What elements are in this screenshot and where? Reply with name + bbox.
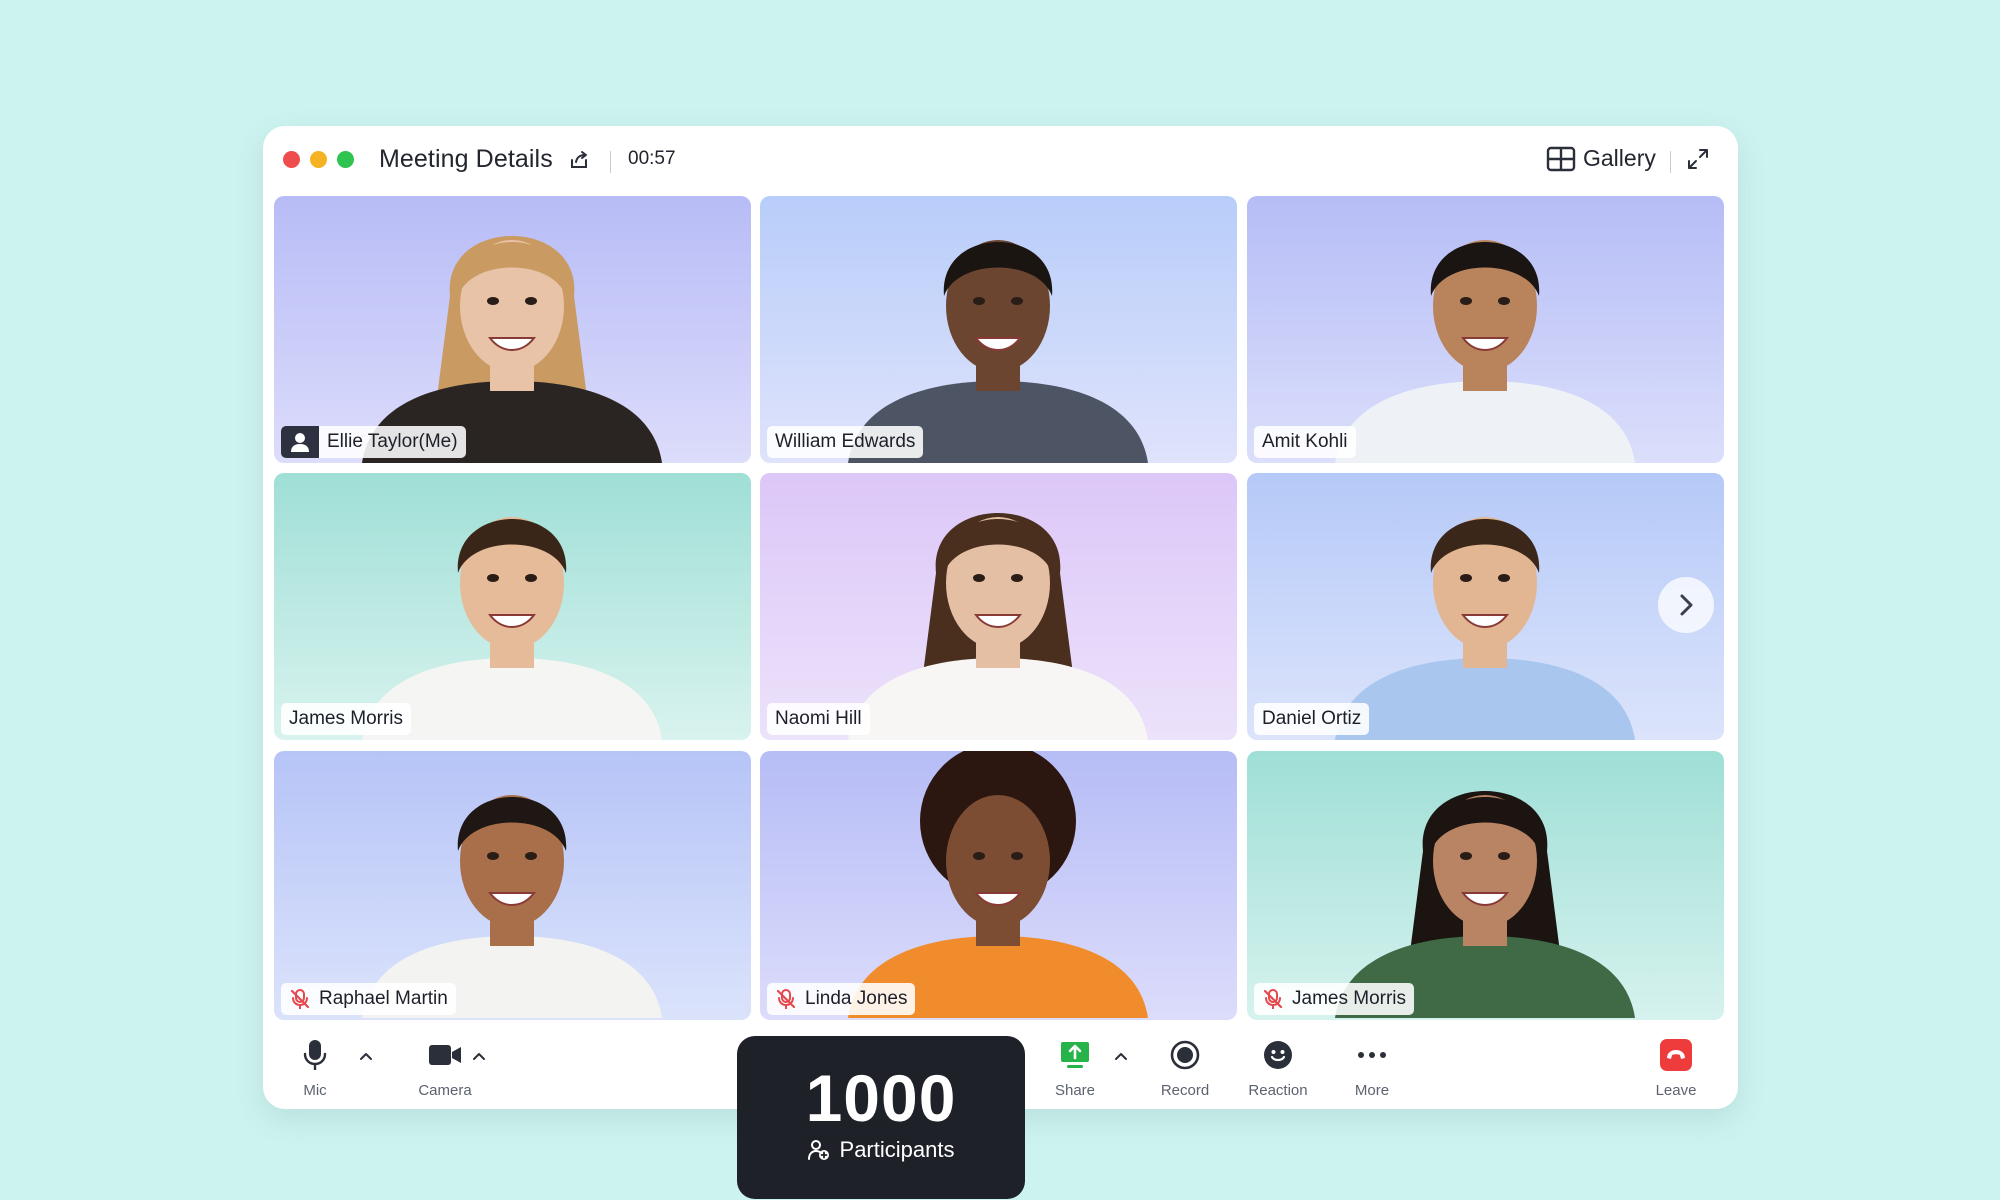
user-profile-icon [281,426,319,458]
participant-tile[interactable]: James Morris [274,473,751,740]
microphone-muted-icon [1263,989,1283,1009]
share-screen-icon [1061,1042,1089,1068]
leave-label: Leave [1655,1082,1697,1099]
more-dots-icon [1358,1052,1386,1058]
participant-name-tag: James Morris [1254,983,1415,1015]
hang-up-phone-icon [1660,1039,1692,1071]
title-divider [610,151,611,173]
camera-button[interactable]: Camera [405,1038,485,1099]
participant-name-tag: Daniel Ortiz [1254,703,1370,735]
record-icon [1170,1040,1200,1070]
participant-video-avatar [1335,517,1635,740]
meeting-title[interactable]: Meeting Details [379,145,553,174]
record-button[interactable]: Record [1150,1038,1220,1099]
more-button[interactable]: More [1342,1038,1402,1099]
participant-video-avatar [848,240,1148,463]
participants-count-card[interactable]: 1000 Participants [737,1036,1025,1199]
participant-name: Ellie Taylor(Me) [327,431,458,452]
share-label: Share [1054,1082,1096,1099]
expand-icon[interactable] [1686,147,1710,171]
participant-tile[interactable]: Daniel Ortiz [1247,473,1724,740]
participants-label-row: Participants [737,1137,1025,1163]
participant-name: Linda Jones [805,988,908,1009]
participant-name: Amit Kohli [1262,431,1348,452]
meeting-window: Meeting Details 00:57 Gallery Ellie Tayl… [263,126,1738,1109]
participant-video-avatar [1335,240,1635,463]
toolbar-divider [1670,151,1671,173]
participant-name-tag: Naomi Hill [767,703,870,735]
reaction-label: Reaction [1248,1082,1308,1099]
video-camera-icon [429,1045,461,1065]
participant-tile[interactable]: James Morris [1247,751,1724,1020]
participants-count: 1000 [805,1061,957,1135]
participant-name-tag: Amit Kohli [1254,426,1356,458]
participant-video-avatar [848,513,1148,740]
participant-name-tag: Linda Jones [767,983,916,1015]
view-mode-gallery[interactable]: Gallery [1583,145,1656,172]
participant-name-tag: William Edwards [767,426,924,458]
participant-name: Raphael Martin [319,988,448,1009]
mic-button[interactable]: Mic [285,1038,345,1099]
microphone-muted-icon [290,989,310,1009]
share-options-caret-icon[interactable] [1114,1051,1128,1061]
minimize-window-button[interactable] [310,151,327,168]
more-label: More [1354,1082,1390,1099]
participant-name-tag: Ellie Taylor(Me) [281,426,466,458]
share-button[interactable]: Share [1050,1038,1100,1099]
participant-name-tag: James Morris [281,703,412,735]
smiley-reaction-icon [1264,1041,1292,1069]
next-page-button[interactable] [1658,577,1714,633]
share-link-icon[interactable] [568,149,590,171]
participant-video-avatar [1335,791,1635,1018]
participant-video-avatar [848,751,1148,1018]
record-label: Record [1160,1082,1210,1099]
mic-options-caret-icon[interactable] [359,1051,373,1061]
participant-name: James Morris [1292,988,1407,1009]
mic-label: Mic [303,1082,327,1099]
gallery-grid-icon[interactable] [1546,146,1576,172]
participant-tile[interactable]: Naomi Hill [760,473,1237,740]
chevron-right-icon [1680,594,1693,616]
participant-name: William Edwards [775,431,916,452]
camera-label: Camera [418,1082,472,1099]
participant-name: Naomi Hill [775,708,862,729]
participant-video-avatar [362,795,662,1018]
participant-video-avatar [362,236,662,463]
microphone-muted-icon [776,989,796,1009]
participant-video-avatar [362,517,662,740]
camera-options-caret-icon[interactable] [472,1051,486,1061]
participant-tile[interactable]: Amit Kohli [1247,196,1724,463]
title-bar: Meeting Details 00:57 Gallery [263,126,1738,196]
leave-button[interactable]: Leave [1646,1038,1706,1099]
participant-tile[interactable]: Raphael Martin [274,751,751,1020]
participant-name-tag: Raphael Martin [281,983,456,1015]
microphone-icon [303,1040,327,1070]
participants-icon [807,1140,829,1160]
reaction-button[interactable]: Reaction [1238,1038,1318,1099]
participants-label: Participants [839,1137,955,1162]
participant-name: James Morris [289,708,404,729]
meeting-timer: 00:57 [628,148,676,169]
participant-tile[interactable]: William Edwards [760,196,1237,463]
close-window-button[interactable] [283,151,300,168]
participant-name: Daniel Ortiz [1262,708,1362,729]
participant-tile[interactable]: Ellie Taylor(Me) [274,196,751,463]
maximize-window-button[interactable] [337,151,354,168]
participant-tile[interactable]: Linda Jones [760,751,1237,1020]
